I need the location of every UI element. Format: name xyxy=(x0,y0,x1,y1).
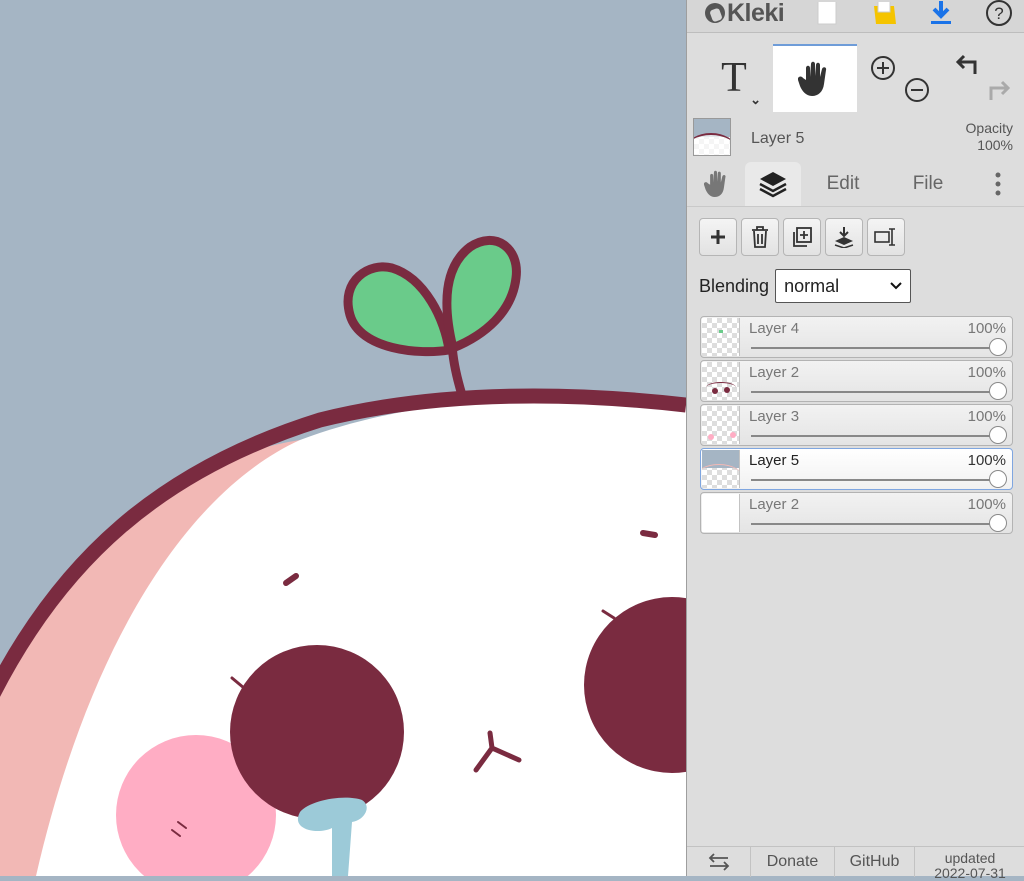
layer-opacity-knob[interactable] xyxy=(989,470,1007,488)
sprout-leaf-right xyxy=(442,236,521,355)
updated-label: updated xyxy=(944,850,996,866)
tab-file[interactable]: File xyxy=(897,162,959,206)
duplicate-layer-icon xyxy=(793,227,812,247)
layer-opacity: 100% xyxy=(967,408,1006,425)
layer-opacity-knob[interactable] xyxy=(989,426,1007,444)
layer-row[interactable]: Layer 4 100% xyxy=(700,316,1013,358)
updated-date: 2022-07-31 xyxy=(934,865,1006,881)
kleki-logo-icon xyxy=(705,3,725,23)
undo-icon[interactable] xyxy=(953,52,981,80)
layer-thumbnail xyxy=(702,494,740,532)
zoom-out-icon[interactable] xyxy=(903,76,931,104)
layer-name: Layer 3 xyxy=(749,408,800,425)
open-folder-icon[interactable] xyxy=(869,0,901,28)
panel-tabs: Edit File xyxy=(687,162,1024,207)
hand-icon xyxy=(704,170,726,197)
layer-opacity: 100% xyxy=(967,452,1006,469)
redo-icon[interactable] xyxy=(985,78,1013,106)
text-tool[interactable]: T ⌄ xyxy=(699,44,769,112)
layer-row[interactable]: Layer 2 100% xyxy=(700,492,1013,534)
blending-row: Blending normal xyxy=(699,268,912,304)
swap-icon xyxy=(708,853,729,871)
layer-opacity: 100% xyxy=(967,496,1006,513)
layer-row-selected[interactable]: Layer 5 100% xyxy=(700,448,1013,490)
layer-buttons xyxy=(699,218,905,258)
drawing-canvas[interactable] xyxy=(0,0,686,876)
layer-opacity: 100% xyxy=(967,320,1006,337)
panel-footer: Donate GitHub updated 2022-07-31 xyxy=(687,846,1024,881)
new-image-icon[interactable] xyxy=(811,0,843,28)
tab-edit[interactable]: Edit xyxy=(813,162,873,206)
tab-layers[interactable] xyxy=(745,162,801,206)
rename-layer-button[interactable] xyxy=(867,218,905,256)
current-layer-thumbnail xyxy=(693,118,731,156)
opacity-value: 100% xyxy=(977,137,1013,153)
hand-icon xyxy=(798,61,827,96)
chevron-down-icon[interactable]: ⌄ xyxy=(750,92,761,108)
eyebrow-right xyxy=(640,530,658,538)
kleki-logo[interactable]: Kleki xyxy=(705,0,785,28)
download-icon[interactable] xyxy=(925,0,957,28)
sprout-leaf-left xyxy=(343,262,455,357)
delete-layer-button[interactable] xyxy=(741,218,779,256)
layer-opacity-slider[interactable] xyxy=(751,523,998,525)
layer-row[interactable]: Layer 2 100% xyxy=(700,360,1013,402)
merge-down-icon xyxy=(834,227,854,248)
blending-label: Blending xyxy=(699,275,770,296)
layer-opacity: 100% xyxy=(967,364,1006,381)
layer-opacity-slider[interactable] xyxy=(751,479,998,481)
github-label: GitHub xyxy=(849,853,900,870)
hand-tool[interactable] xyxy=(773,44,857,112)
layer-opacity-knob[interactable] xyxy=(989,338,1007,356)
chevron-down-icon xyxy=(890,282,902,290)
layer-name: Layer 4 xyxy=(749,320,800,337)
layer-opacity-slider[interactable] xyxy=(751,391,998,393)
top-toolbar: Kleki ? xyxy=(687,0,1024,33)
current-layer-info: Layer 5 Opacity 100% xyxy=(687,114,1024,160)
help-icon[interactable]: ? xyxy=(983,0,1015,28)
blending-value: normal xyxy=(784,275,840,296)
layer-opacity-slider[interactable] xyxy=(751,435,998,437)
side-panel: Kleki ? T ⌄ Layer 5 Opacity 100% Edit Fi… xyxy=(686,0,1024,881)
svg-text:?: ? xyxy=(994,4,1003,23)
opacity-label: Opacity xyxy=(965,120,1013,136)
donate-link[interactable]: Donate xyxy=(751,847,835,877)
rename-layer-icon xyxy=(874,228,895,246)
layer-row[interactable]: Layer 3 100% xyxy=(700,404,1013,446)
eye-left xyxy=(230,645,404,819)
layer-name: Layer 2 xyxy=(749,496,800,513)
layer-list: Layer 4 100% Layer 2 100% Layer 3 100% L… xyxy=(700,316,1013,536)
merge-down-button[interactable] xyxy=(825,218,863,256)
github-link[interactable]: GitHub xyxy=(835,847,915,877)
donate-label: Donate xyxy=(766,853,819,870)
duplicate-layer-button[interactable] xyxy=(783,218,821,256)
blending-select[interactable]: normal xyxy=(775,269,912,303)
more-vertical-icon[interactable] xyxy=(983,162,1013,206)
updated-info[interactable]: updated 2022-07-31 xyxy=(915,851,1024,881)
add-layer-icon xyxy=(711,230,725,244)
layer-name: Layer 5 xyxy=(749,452,800,469)
layers-icon xyxy=(759,172,787,198)
layer-name: Layer 2 xyxy=(749,364,800,381)
tool-row: T ⌄ xyxy=(687,44,1024,112)
tab-edit-label: Edit xyxy=(826,173,860,194)
layer-opacity-knob[interactable] xyxy=(989,514,1007,532)
artwork xyxy=(0,236,686,876)
opacity-readout[interactable]: Opacity 100% xyxy=(966,120,1013,154)
layer-opacity-slider[interactable] xyxy=(751,347,998,349)
layer-thumbnail xyxy=(702,406,740,444)
layer-thumbnail xyxy=(702,318,740,356)
tab-hand[interactable] xyxy=(697,162,737,206)
layer-thumbnail xyxy=(702,362,740,400)
swap-button[interactable] xyxy=(687,847,751,877)
app-name: Kleki xyxy=(727,0,785,27)
tab-file-label: File xyxy=(912,173,944,194)
zoom-in-icon[interactable] xyxy=(869,54,897,82)
current-layer-name: Layer 5 xyxy=(751,130,805,147)
text-tool-label: T xyxy=(721,55,747,101)
add-layer-button[interactable] xyxy=(699,218,737,256)
layer-thumbnail xyxy=(702,450,740,488)
delete-layer-icon xyxy=(752,226,768,248)
layer-opacity-knob[interactable] xyxy=(989,382,1007,400)
